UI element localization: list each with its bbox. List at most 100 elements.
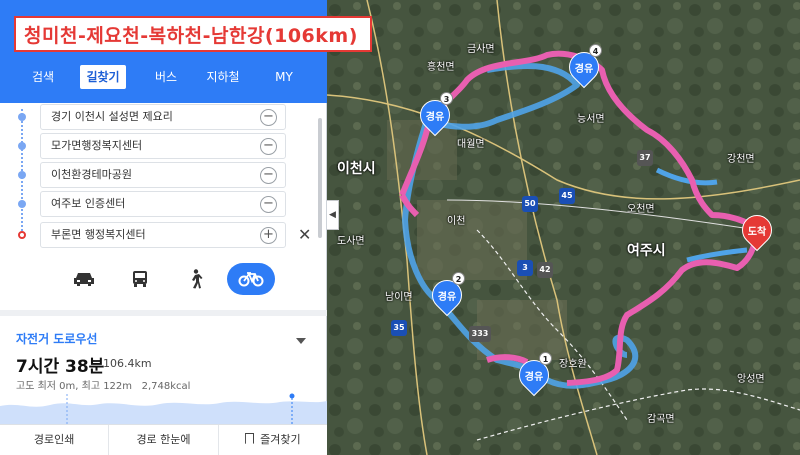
place-label: 대월면 bbox=[457, 139, 485, 150]
directions-panel: 검색 길찾기 버스 지하철 MY 경기 이천시 설성면 제요리 − 모가면행정복… bbox=[0, 0, 327, 455]
waypoint-pin[interactable]: 경유 1 bbox=[512, 352, 556, 397]
place-label: 장호원 bbox=[559, 359, 587, 370]
print-route-button[interactable]: 경로인쇄 bbox=[0, 425, 110, 455]
favorite-button[interactable]: 즐겨찾기 bbox=[219, 425, 327, 455]
waypoint-label: 이천환경테마공원 bbox=[51, 168, 132, 181]
elevation-profile bbox=[0, 393, 327, 424]
car-icon bbox=[74, 273, 94, 286]
road-shield: 42 bbox=[537, 262, 553, 278]
route-distance: 106.4km bbox=[103, 357, 152, 370]
waypoint-label: 여주보 인증센터 bbox=[51, 197, 126, 210]
route-overview-button[interactable]: 경로 한눈에 bbox=[109, 425, 219, 455]
place-label: 이천 bbox=[447, 216, 466, 227]
walk-icon bbox=[192, 269, 203, 289]
road-shield: 35 bbox=[391, 320, 407, 336]
remove-waypoint-button[interactable]: − bbox=[260, 167, 277, 184]
waypoint-pin[interactable]: 경유 4 bbox=[562, 44, 606, 89]
place-label: 남이면 bbox=[385, 292, 413, 303]
farmland bbox=[417, 200, 527, 280]
route-title: 청미천-제요천-복하천-남한강(106km) bbox=[24, 24, 358, 47]
tab-search[interactable]: 검색 bbox=[18, 65, 68, 89]
place-label: 흥천면 bbox=[427, 62, 455, 73]
tab-directions[interactable]: 길찾기 bbox=[80, 65, 126, 89]
place-label: 도사면 bbox=[337, 236, 365, 247]
mode-walk-button[interactable] bbox=[171, 263, 219, 295]
waypoint-dot bbox=[18, 142, 26, 150]
route-type-label[interactable]: 자전거 도로우선 bbox=[16, 330, 97, 347]
close-icon[interactable]: ✕ bbox=[298, 225, 311, 244]
road-shield: 333 bbox=[469, 326, 491, 342]
road-shield: 3 bbox=[517, 260, 533, 276]
road-shield: 50 bbox=[522, 196, 538, 212]
elevation-text: 고도 최저 0m, 최고 122m bbox=[16, 381, 133, 392]
tab-bus[interactable]: 버스 bbox=[146, 65, 186, 89]
route-duration: 7시간 38분 bbox=[16, 357, 105, 377]
pin-label: 도착 bbox=[747, 227, 767, 238]
collapse-panel-button[interactable]: ◀ bbox=[327, 200, 339, 230]
waypoint-row: 경기 이천시 설성면 제요리 − bbox=[0, 104, 327, 130]
calorie-text: 2,748kcal bbox=[141, 381, 191, 392]
pin-label: 경유 bbox=[425, 112, 445, 123]
bicycle-icon bbox=[238, 272, 264, 287]
destination-pin[interactable]: 도착 bbox=[735, 208, 779, 252]
place-label: 금사면 bbox=[467, 44, 495, 55]
road-shield: 37 bbox=[637, 150, 653, 166]
waypoint-field[interactable]: 여주보 인증센터 − bbox=[40, 191, 286, 217]
place-label: 오천면 bbox=[627, 204, 655, 215]
remove-waypoint-button[interactable]: − bbox=[260, 138, 277, 155]
waypoint-pin[interactable]: 경유 3 bbox=[413, 92, 457, 137]
tab-my[interactable]: MY bbox=[264, 65, 304, 89]
waypoint-field[interactable]: 이천환경테마공원 − bbox=[40, 162, 286, 188]
pin-label: 경유 bbox=[574, 64, 594, 75]
place-label: 감곡면 bbox=[647, 414, 675, 425]
waypoint-row: 모가면행정복지센터 − bbox=[0, 133, 327, 159]
waypoint-field[interactable]: 경기 이천시 설성면 제요리 − bbox=[40, 104, 286, 130]
destination-label: 부론면 행정복지센터 bbox=[51, 228, 146, 241]
travel-mode-selector bbox=[60, 262, 275, 296]
destination-row: 부론면 행정복지센터 + ✕ bbox=[0, 222, 327, 248]
pin-label: 경유 bbox=[437, 292, 457, 303]
destination-field[interactable]: 부론면 행정복지센터 + bbox=[40, 222, 286, 248]
waypoint-field[interactable]: 모가면행정복지센터 − bbox=[40, 133, 286, 159]
pin-number: 1 bbox=[539, 352, 552, 365]
tab-subway[interactable]: 지하철 bbox=[200, 65, 246, 89]
nav-tabs: 검색 길찾기 버스 지하철 MY bbox=[0, 63, 327, 91]
place-label: 앙성면 bbox=[737, 374, 765, 385]
satellite-map[interactable]: 50 45 3 35 333 42 37 이천시 이천 남이면 도사면 장호원 … bbox=[327, 0, 800, 455]
waypoint-row: 이천환경테마공원 − bbox=[0, 162, 327, 188]
panel-footer: 경로인쇄 경로 한눈에 즐겨찾기 bbox=[0, 424, 327, 455]
bookmark-icon bbox=[245, 433, 255, 444]
favorite-label: 즐겨찾기 bbox=[260, 433, 301, 446]
place-label: 여주시 bbox=[627, 243, 666, 259]
destination-dot bbox=[18, 231, 26, 239]
scrollbar[interactable] bbox=[318, 118, 322, 238]
place-label: 이천시 bbox=[337, 161, 376, 177]
chevron-down-icon[interactable] bbox=[296, 338, 306, 344]
place-label: 능서면 bbox=[577, 114, 605, 125]
remove-waypoint-button[interactable]: − bbox=[260, 196, 277, 213]
waypoint-row: 여주보 인증센터 − bbox=[0, 191, 327, 217]
pin-number: 4 bbox=[589, 44, 602, 57]
map-canvas bbox=[327, 0, 800, 455]
add-waypoint-button[interactable]: + bbox=[260, 227, 277, 244]
section-divider bbox=[0, 310, 327, 316]
pin-number: 2 bbox=[452, 272, 465, 285]
place-label: 강천면 bbox=[727, 154, 755, 165]
waypoint-pin[interactable]: 경유 2 bbox=[425, 272, 469, 317]
pin-label: 경유 bbox=[524, 372, 544, 383]
waypoint-dot bbox=[18, 171, 26, 179]
waypoint-dot bbox=[18, 113, 26, 121]
mode-car-button[interactable] bbox=[60, 263, 108, 295]
route-elevation-info: 고도 최저 0m, 최고 122m 2,748kcal bbox=[16, 377, 190, 392]
app-window: 검색 길찾기 버스 지하철 MY 경기 이천시 설성면 제요리 − 모가면행정복… bbox=[0, 0, 800, 455]
waypoint-dot bbox=[18, 200, 26, 208]
remove-waypoint-button[interactable]: − bbox=[260, 109, 277, 126]
mode-bicycle-button[interactable] bbox=[226, 263, 275, 295]
waypoint-label: 경기 이천시 설성면 제요리 bbox=[51, 110, 173, 123]
waypoint-label: 모가면행정복지센터 bbox=[51, 139, 143, 152]
bus-icon bbox=[132, 271, 147, 287]
route-title-banner: 청미천-제요천-복하천-남한강(106km) bbox=[14, 16, 372, 52]
mode-bus-button[interactable] bbox=[116, 263, 164, 295]
road-shield: 45 bbox=[559, 188, 575, 204]
pin-number: 3 bbox=[440, 92, 453, 105]
